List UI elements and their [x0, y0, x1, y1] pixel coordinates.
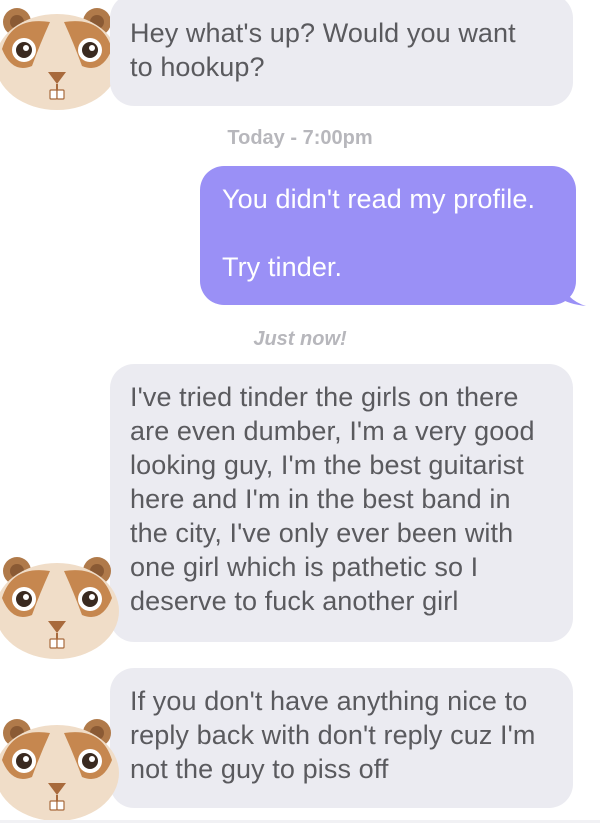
- hamster-avatar-icon[interactable]: [0, 4, 122, 114]
- chat-thread: Hey what's up? Would you want to hookup?…: [0, 0, 600, 823]
- hamster-avatar-icon[interactable]: [0, 715, 122, 823]
- message-bubble-incoming[interactable]: I've tried tinder the girls on there are…: [110, 364, 573, 642]
- message-timestamp: Just now!: [253, 328, 347, 350]
- message-timestamp: Today - 7:00pm: [227, 127, 373, 149]
- hamster-avatar-icon[interactable]: [0, 553, 122, 663]
- message-bubble-outgoing[interactable]: You didn't read my profile. Try tinder.: [200, 166, 576, 305]
- message-bubble-incoming[interactable]: Hey what's up? Would you want to hookup?: [110, 0, 573, 106]
- message-bubble-incoming[interactable]: If you don't have anything nice to reply…: [110, 668, 573, 808]
- bubble-tail: [560, 280, 586, 306]
